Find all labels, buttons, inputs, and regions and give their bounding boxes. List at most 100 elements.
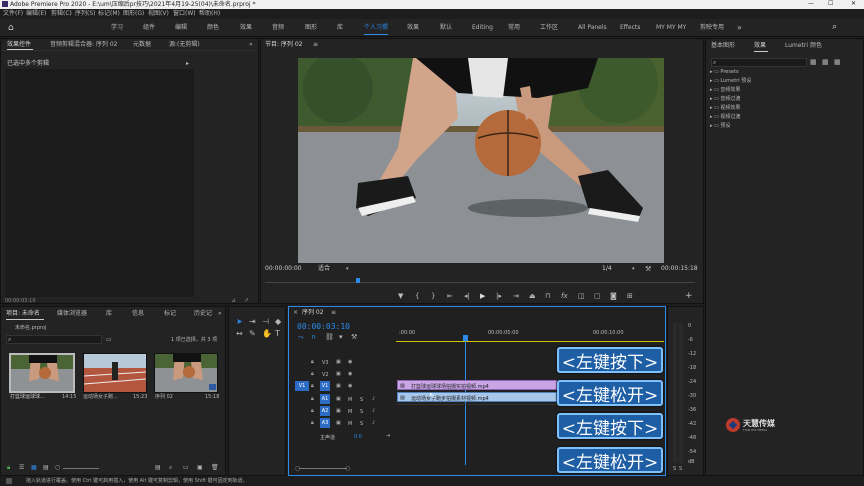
comparison-icon[interactable]: ◫ [578, 292, 585, 300]
tab-source[interactable]: 源:(无剪辑) [169, 42, 200, 48]
eye-icon[interactable]: ◉ [348, 371, 352, 377]
workspace-tab[interactable]: Effects [620, 25, 640, 31]
lock-icon[interactable]: 🔒︎ [311, 383, 314, 389]
new-item-icon[interactable]: ▣ [197, 464, 203, 471]
video-clip-v2[interactable]: ▨ 打篮球运球球场拍摄实拍视频.mp4 [397, 380, 557, 390]
workspace-tab[interactable]: 效果 [240, 25, 252, 31]
tree-item-lumetri-presets[interactable]: ▸ ▭ Lumetri 预设 [710, 79, 751, 84]
solo-right-button[interactable]: S [679, 466, 682, 472]
workspace-tab[interactable]: 颜色 [207, 25, 219, 31]
automate-icon[interactable]: ▤ [155, 464, 161, 471]
minimize-icon[interactable]: — [808, 1, 814, 7]
go-to-out-icon[interactable]: ⇥ [513, 292, 519, 300]
list-view-icon[interactable]: ☰ [19, 464, 24, 471]
eye-icon[interactable]: ◉ [348, 359, 352, 365]
track-label[interactable]: V2 [322, 372, 329, 378]
filter-icon[interactable]: ⊿ [231, 297, 236, 304]
sync-lock-icon[interactable]: ▣ [336, 396, 341, 402]
tab-effect-controls[interactable]: 效果控件 [7, 42, 31, 48]
workspace-tab[interactable]: 工作区 [540, 25, 558, 31]
multicam-icon[interactable]: ⊞ [627, 292, 633, 300]
close-icon[interactable]: ✕ [851, 1, 856, 7]
chevron-down-icon[interactable]: ▾ [346, 266, 349, 272]
tab-effects[interactable]: 效果 [754, 43, 766, 49]
workspace-tab[interactable]: 学习 [111, 25, 123, 31]
ripple-edit-tool-icon[interactable]: ⊣ [262, 317, 269, 326]
tab-history[interactable]: 历史记 [194, 311, 212, 317]
solo-button[interactable]: S [360, 421, 363, 427]
project-item-thumbnail[interactable] [83, 353, 147, 393]
yuv-effects-icon[interactable]: ▦ [834, 58, 841, 66]
menu-file[interactable]: 文件(F) [3, 11, 23, 17]
lock-icon[interactable]: 🔒︎ [311, 408, 314, 414]
project-search-input[interactable]: ⌕ [6, 335, 102, 344]
tree-item-video-transitions[interactable]: ▸ ▭ 视频过渡 [710, 115, 740, 120]
lock-icon[interactable]: 🔒︎ [311, 396, 314, 402]
track-label-selected[interactable]: V1 [320, 381, 330, 391]
program-scrubber[interactable] [265, 282, 695, 283]
snap-icon[interactable]: ∩ [311, 333, 316, 341]
panel-menu-icon[interactable]: » [249, 42, 253, 48]
new-bin-icon[interactable]: ▭ [106, 336, 112, 343]
selection-tool-icon[interactable]: ➤ [236, 317, 243, 326]
tree-item-video-effects[interactable]: ▸ ▭ 视频效果 [710, 106, 740, 111]
tree-item-presets-cn[interactable]: ▸ ▭ 预设 [710, 124, 730, 129]
workspace-tab[interactable]: MY MY MY [656, 25, 686, 31]
zoom-out-icon[interactable]: ○ [55, 464, 60, 471]
32bit-effects-icon[interactable]: ▦ [822, 58, 829, 66]
tab-essential-graphics[interactable]: 基本图形 [711, 43, 735, 49]
tab-libraries[interactable]: 库 [106, 311, 112, 317]
freeform-view-icon[interactable]: ▤ [43, 464, 49, 471]
export-icon[interactable]: ↗ [244, 297, 249, 304]
workspace-tab[interactable]: 组件 [143, 25, 155, 31]
lock-icon[interactable]: 🔒︎ [7, 464, 10, 472]
tree-item-presets[interactable]: ▸ ▭ Presets [710, 70, 739, 75]
tree-item-audio-effects[interactable]: ▸ ▭ 音频效果 [710, 88, 740, 93]
workspace-tab-active[interactable]: 个人习惯 [364, 25, 388, 31]
effects-search-input[interactable]: ⌕ [711, 58, 807, 67]
program-timecode-left[interactable]: 00:00:00:00 [265, 266, 302, 272]
tab-info[interactable]: 信息 [132, 311, 144, 317]
hand-tool-icon[interactable]: ✋ [262, 329, 272, 338]
step-back-icon[interactable]: ◂| [464, 292, 470, 300]
play-icon[interactable]: ▶ [480, 292, 485, 300]
master-volume[interactable]: 0.0 [354, 434, 362, 440]
maximize-icon[interactable]: ☐ [828, 1, 833, 7]
menu-sequence[interactable]: 序列(S) [75, 11, 96, 17]
out-point-icon[interactable]: } [431, 292, 435, 300]
work-area-bar[interactable] [396, 341, 664, 342]
sync-lock-icon[interactable]: ▣ [336, 383, 341, 389]
marker-icon[interactable]: ▼ [398, 292, 403, 300]
workspace-tab[interactable]: 图形 [305, 25, 317, 31]
icon-view-icon[interactable]: ▦ [31, 464, 37, 471]
menu-help[interactable]: 帮助(H) [199, 11, 220, 17]
extract-icon[interactable]: ⊓ [545, 292, 550, 300]
export-frame-icon[interactable]: ◙ [610, 292, 617, 300]
workspace-tab[interactable]: 音频 [272, 25, 284, 31]
go-to-end-icon[interactable]: ⇥ [386, 433, 390, 439]
go-to-in-icon[interactable]: ⇤ [447, 292, 453, 300]
slip-tool-icon[interactable]: ↔ [236, 329, 243, 338]
workspace-tab[interactable]: 剪映专用 [700, 25, 724, 31]
home-icon[interactable]: ⌂ [8, 23, 14, 33]
trash-icon[interactable]: 🗑︎ [211, 464, 219, 471]
sync-lock-icon[interactable]: ▣ [336, 408, 341, 414]
timeline-scrollbar[interactable] [299, 468, 347, 469]
close-icon[interactable]: × [293, 310, 298, 316]
mute-button[interactable]: M [348, 397, 352, 403]
quality-dropdown[interactable]: 1/4 [602, 266, 612, 272]
razor-tool-icon[interactable]: ◆ [275, 317, 281, 326]
solo-button[interactable]: S [360, 409, 363, 415]
project-item-thumbnail[interactable] [9, 353, 75, 393]
eye-icon[interactable]: ◉ [348, 383, 352, 389]
accelerated-effects-icon[interactable]: ▦ [810, 58, 817, 66]
tab-media-browser[interactable]: 媒体浏览器 [57, 311, 87, 317]
workspace-tab[interactable]: 编辑 [175, 25, 187, 31]
source-patch-v1[interactable]: V1 [295, 381, 309, 391]
video-clip-v1[interactable]: ▨ 运动场女子跑步拍摄素材视频.mp4 [397, 392, 557, 402]
workspace-tab[interactable]: 常用 [508, 25, 520, 31]
lift-icon[interactable]: ⏏ [529, 292, 536, 300]
workspace-tab[interactable]: 默认 [440, 25, 452, 31]
mute-button[interactable]: M [348, 409, 352, 415]
expand-arrow-icon[interactable]: ▸ [186, 60, 189, 67]
